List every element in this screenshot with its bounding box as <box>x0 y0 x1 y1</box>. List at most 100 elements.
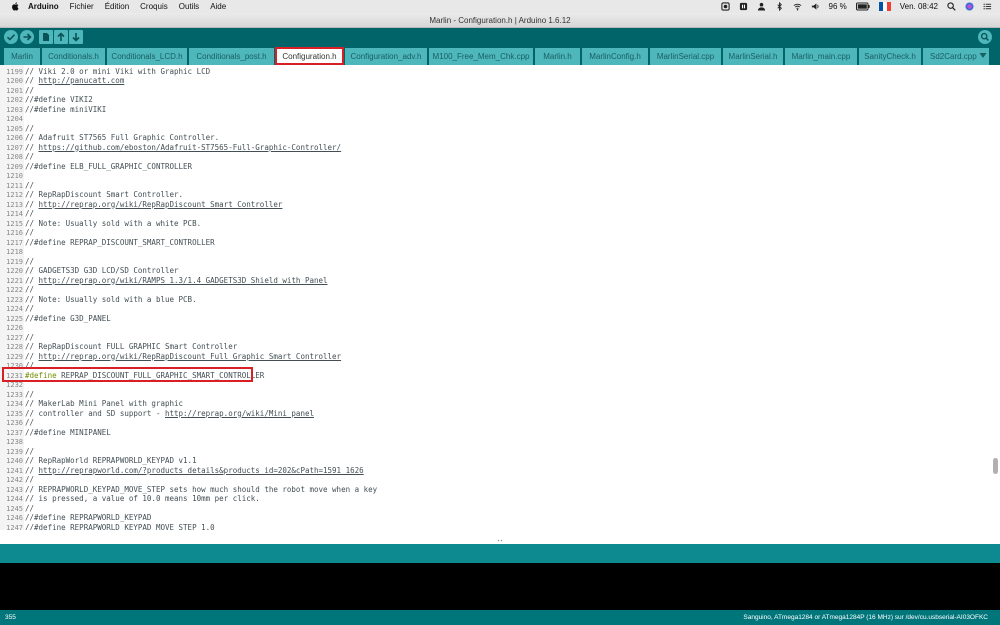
clock[interactable]: Ven. 08:42 <box>900 2 938 11</box>
code-line[interactable]: // <box>25 475 34 485</box>
code-line[interactable]: // <box>25 228 34 238</box>
code-line[interactable]: // http://reprap.org/wiki/RepRapDiscount… <box>25 352 341 362</box>
code-url-link[interactable]: http://reprap.org/wiki/RAMPS_1.3/1.4_GAD… <box>39 276 328 285</box>
splitter-grip-icon[interactable] <box>497 539 503 542</box>
flag-icon[interactable] <box>878 2 891 11</box>
code-url-link[interactable]: http://reprap.org/wiki/RepRapDiscount_Sm… <box>39 200 283 209</box>
code-url-link[interactable]: http://reprap.org/wiki/Mini_panel <box>165 409 314 418</box>
code-line[interactable]: // Adafruit ST7565 Full Graphic Controll… <box>25 133 219 143</box>
tab-marlinconfig-h[interactable]: MarlinConfig.h <box>582 48 648 65</box>
open-button[interactable] <box>54 30 68 44</box>
code-line[interactable]: //#define miniVIKI <box>25 105 106 115</box>
tab-marlin[interactable]: Marlin <box>4 48 40 65</box>
console-output[interactable] <box>0 563 1000 610</box>
tab-configuration-h[interactable]: Configuration.h <box>276 48 343 65</box>
code-line[interactable]: //#define VIKI2 <box>25 95 93 105</box>
vertical-scrollbar-thumb[interactable] <box>993 458 998 474</box>
tab-configuration-adv-h[interactable]: Configuration_adv.h <box>345 48 427 65</box>
code-line[interactable]: //#define REPRAPWORLD_KEYPAD <box>25 513 151 523</box>
status-bar: 355 Sanguino, ATmega1284 or ATmega1284P … <box>0 610 1000 625</box>
menu-croquis[interactable]: Croquis <box>140 2 168 11</box>
line-number: 1222 <box>6 286 23 294</box>
code-line[interactable]: // http://reprapworld.com/?products_deta… <box>25 466 364 476</box>
tab-conditionals-post-h[interactable]: Conditionals_post.h <box>189 48 274 65</box>
code-line[interactable]: // <box>25 124 34 134</box>
code-line[interactable]: // <box>25 86 34 96</box>
code-line[interactable]: // RepRapDiscount Smart Controller. <box>25 190 183 200</box>
code-line[interactable]: #define REPRAP_DISCOUNT_FULL_GRAPHIC_SMA… <box>25 371 264 381</box>
code-line[interactable]: // <box>25 152 34 162</box>
tab-marlin-main-cpp[interactable]: Marlin_main.cpp <box>785 48 857 65</box>
serial-monitor-button[interactable] <box>978 30 992 44</box>
menu-aide[interactable]: Aide <box>210 2 226 11</box>
code-line[interactable]: // Viki 2.0 or mini Viki with Graphic LC… <box>25 67 210 77</box>
menu-app-name[interactable]: Arduino <box>28 2 59 11</box>
new-button[interactable] <box>39 30 53 44</box>
siri-icon[interactable] <box>965 2 974 11</box>
code-line[interactable]: // <box>25 304 34 314</box>
code-line[interactable]: // <box>25 257 34 267</box>
battery-percent[interactable]: 96 % <box>829 2 847 11</box>
code-line[interactable]: //#define ELB_FULL_GRAPHIC_CONTROLLER <box>25 162 192 172</box>
menu-edition[interactable]: Édition <box>105 2 129 11</box>
tab-marlinserial-h[interactable]: MarlinSerial.h <box>723 48 783 65</box>
menu-fichier[interactable]: Fichier <box>70 2 94 11</box>
code-line[interactable]: // <box>25 390 34 400</box>
save-button[interactable] <box>69 30 83 44</box>
code-line[interactable]: // RepRapDiscount FULL GRAPHIC Smart Con… <box>25 342 237 352</box>
code-line[interactable]: // <box>25 181 34 191</box>
menu-outils[interactable]: Outils <box>179 2 199 11</box>
code-line[interactable]: // <box>25 418 34 428</box>
wifi-icon[interactable] <box>793 2 802 11</box>
pause-icon[interactable] <box>739 2 748 11</box>
code-line[interactable]: // RepRapWorld REPRAPWORLD_KEYPAD v1.1 <box>25 456 197 466</box>
code-line[interactable]: // GADGETS3D G3D LCD/SD Controller <box>25 266 179 276</box>
notification-center-icon[interactable] <box>983 2 992 11</box>
code-line[interactable]: // http://reprap.org/wiki/RAMPS_1.3/1.4_… <box>25 276 328 286</box>
code-line[interactable]: // http://reprap.org/wiki/RepRapDiscount… <box>25 200 282 210</box>
tab-sanitycheck-h[interactable]: SanityCheck.h <box>859 48 921 65</box>
user-icon[interactable] <box>757 2 766 11</box>
tab-marlinserial-cpp[interactable]: MarlinSerial.cpp <box>650 48 721 65</box>
verify-button[interactable] <box>4 30 18 44</box>
code-editor[interactable]: 1199 1200 1201 1202 1203 1204 1205 1206 1207 1208… <box>0 65 1000 530</box>
code-url-link[interactable]: https://github.com/eboston/Adafruit-ST75… <box>39 143 342 152</box>
volume-icon[interactable] <box>811 2 820 11</box>
code-line[interactable]: //#define G3D_PANEL <box>25 314 111 324</box>
code-line[interactable]: //#define MINIPANEL <box>25 428 111 438</box>
new-file-icon <box>43 33 49 41</box>
code-line[interactable]: // <box>25 209 34 219</box>
code-line[interactable]: // <box>25 504 34 514</box>
code-url-link[interactable]: http://reprapworld.com/?products_details… <box>39 466 364 475</box>
code-line[interactable]: // <box>25 285 34 295</box>
code-line[interactable]: // Note: Usually sold with a white PCB. <box>25 219 201 229</box>
tab-m100-free-mem-chk-cpp[interactable]: M100_Free_Mem_Chk.cpp <box>429 48 533 65</box>
battery-icon[interactable] <box>855 2 870 11</box>
tab-conditionals-lcd-h[interactable]: Conditionals_LCD.h <box>107 48 187 65</box>
tab-conditionals-h[interactable]: Conditionals.h <box>42 48 105 65</box>
code-line[interactable]: // controller and SD support - http://re… <box>25 409 314 419</box>
code-line[interactable]: //#define REPRAPWORLD_KEYPAD_MOVE_STEP 1… <box>25 523 215 531</box>
bluetooth-icon[interactable] <box>775 2 784 11</box>
spotlight-search-icon[interactable] <box>947 2 956 11</box>
code-line[interactable]: // <box>25 333 34 343</box>
line-number: 1208 <box>6 153 23 161</box>
code-line[interactable]: // <box>25 361 34 371</box>
code-line[interactable]: // REPRAPWORLD_KEYPAD_MOVE_STEP sets how… <box>25 485 377 495</box>
status-app-icon[interactable] <box>720 2 730 11</box>
code-line[interactable]: // <box>25 447 34 457</box>
tab-menu-chevron-down-icon[interactable] <box>979 52 987 59</box>
code-url-link[interactable]: http://panucatt.com <box>39 76 125 85</box>
code-url-link[interactable]: http://reprap.org/wiki/RepRapDiscount_Fu… <box>39 352 342 361</box>
line-number: 1247 <box>6 523 23 531</box>
code-line[interactable]: // MakerLab Mini Panel with graphic <box>25 399 183 409</box>
code-line[interactable]: //#define REPRAP_DISCOUNT_SMART_CONTROLL… <box>25 238 215 248</box>
apple-logo-icon[interactable] <box>11 2 19 11</box>
upload-button[interactable] <box>20 30 34 44</box>
code-line[interactable]: // http://panucatt.com <box>25 76 124 86</box>
code-line[interactable]: // is pressed, a value of 10.0 means 10m… <box>25 494 260 504</box>
line-number: 1218 <box>6 248 23 256</box>
tab-marlin-h[interactable]: Marlin.h <box>535 48 580 65</box>
code-line[interactable]: // Note: Usually sold with a blue PCB. <box>25 295 197 305</box>
code-line[interactable]: // https://github.com/eboston/Adafruit-S… <box>25 143 341 153</box>
